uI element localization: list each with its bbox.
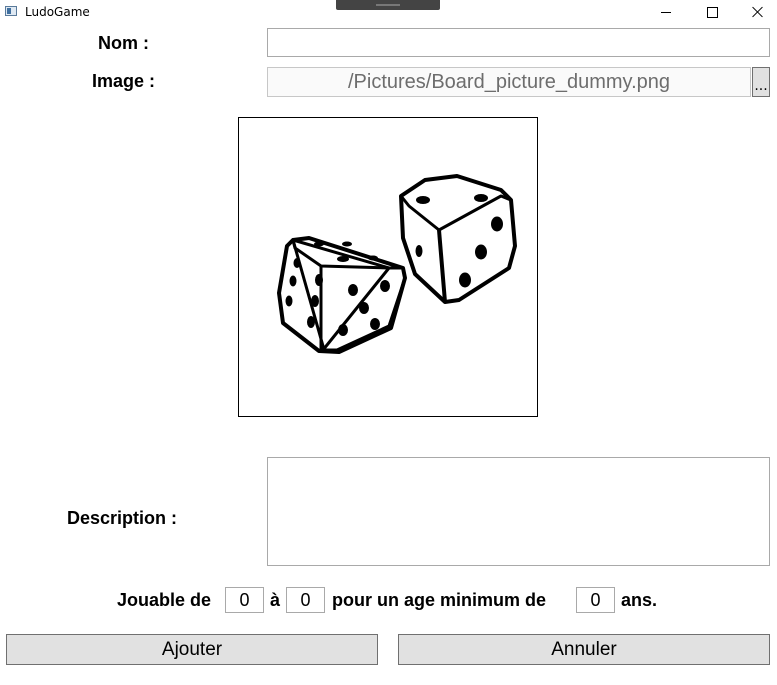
cancel-button[interactable]: Annuler [398, 634, 770, 665]
min-age-input[interactable]: 0 [576, 587, 615, 613]
max-players-input[interactable]: 0 [286, 587, 325, 613]
min-players-input[interactable]: 0 [225, 587, 264, 613]
minimize-button[interactable] [643, 0, 689, 24]
browse-button[interactable]: ... [752, 67, 770, 97]
image-label: Image : [92, 71, 156, 91]
close-button[interactable] [735, 0, 777, 24]
app-icon [5, 6, 17, 16]
playable-separator-label: à [270, 590, 281, 610]
window-title: LudoGame [25, 5, 90, 19]
description-label: Description : [67, 508, 178, 528]
dice-image [277, 174, 517, 354]
name-field[interactable] [267, 28, 770, 57]
min-age-label: pour un age minimum de [332, 590, 547, 610]
minimize-icon [661, 11, 671, 13]
maximize-icon [706, 6, 718, 18]
image-preview [238, 117, 538, 417]
name-label: Nom : [98, 33, 149, 53]
maximize-button[interactable] [689, 0, 735, 24]
image-path-field[interactable]: /Pictures/Board_picture_dummy.png [267, 67, 751, 97]
add-button[interactable]: Ajouter [6, 634, 378, 665]
title-bar: LudoGame [0, 0, 777, 24]
age-suffix-label: ans. [621, 590, 658, 610]
drag-grip-handle[interactable] [336, 0, 440, 10]
close-icon [752, 6, 764, 18]
description-field[interactable] [267, 457, 770, 566]
playable-prefix-label: Jouable de [117, 590, 212, 610]
